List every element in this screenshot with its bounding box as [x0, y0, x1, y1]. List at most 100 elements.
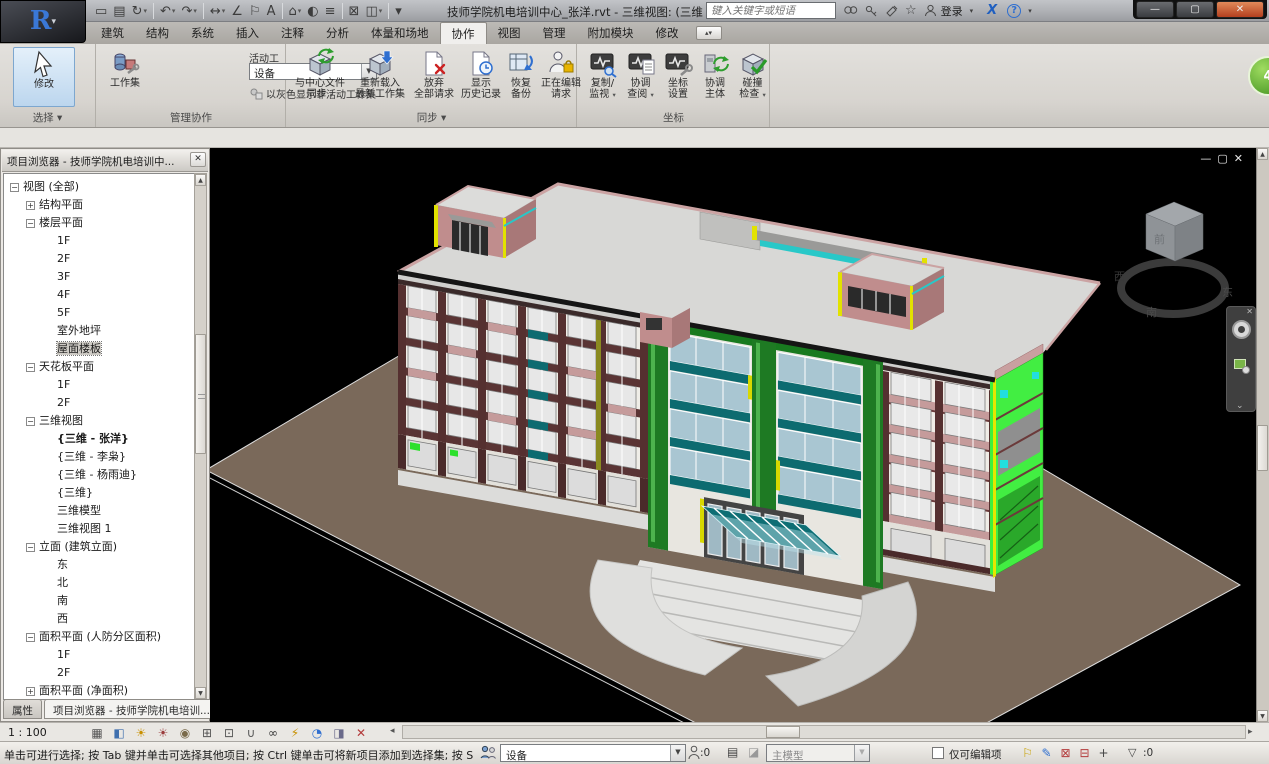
panel-label-coordinate[interactable]: 坐标 [578, 110, 769, 125]
tree-item[interactable]: {三维 - 李枭} [4, 448, 195, 466]
hscrollbar-thumb[interactable] [766, 726, 800, 738]
tab-系统[interactable]: 系统 [180, 22, 225, 44]
tree-expander-icon[interactable]: + [26, 687, 35, 696]
search-icon[interactable] [843, 4, 858, 17]
visual-style-icon[interactable]: ◧ [108, 726, 130, 740]
view-restore-icon[interactable]: ▢ [1217, 152, 1233, 165]
panel-label-synchronize[interactable]: 同步 ▾ [287, 110, 576, 125]
tree-item[interactable]: 南 [4, 592, 195, 610]
save-icon[interactable]: ▤ [110, 2, 128, 20]
aligned-dimension-icon[interactable]: ∠ [228, 2, 246, 20]
panel-label-manage-collaboration[interactable]: 管理协作 [97, 110, 285, 125]
minimize-button[interactable]: — [1136, 1, 1174, 18]
tree-item[interactable]: 1F [4, 376, 195, 394]
modify-button[interactable]: 修改 [13, 47, 75, 107]
drawing-area-3d-view[interactable]: 前 南 东 西 —▢✕ ✕ ⌄ ▲ ▼ [210, 148, 1269, 722]
close-hidden-windows-icon[interactable]: ⊠ [346, 2, 363, 20]
tree-item[interactable]: 2F [4, 664, 195, 682]
dropdown-icon[interactable]: ▾ [144, 7, 148, 15]
collapse-arrow-icon[interactable]: ◂ [390, 726, 395, 736]
switch-windows-icon[interactable]: ◫▾ [362, 2, 385, 20]
drag-on-selection-icon[interactable]: + [1094, 746, 1113, 760]
tab-协作[interactable]: 协作 [440, 22, 487, 44]
coordination-review-button[interactable]: 协调查阅 ▾ [622, 47, 659, 101]
dropdown-icon[interactable]: ▾ [172, 7, 176, 15]
tab-插入[interactable]: 插入 [225, 22, 270, 44]
default-3d-view-icon[interactable]: ⌂▾ [286, 2, 305, 20]
active-workset-status-combobox[interactable]: 设备 ▼ [500, 744, 686, 762]
tab-体量和场地[interactable]: 体量和场地 [360, 22, 440, 44]
relinquish-all-button[interactable]: 放弃全部请求 [411, 47, 457, 100]
editing-requests-icon[interactable] [688, 745, 700, 763]
scrollbar-thumb[interactable] [195, 334, 206, 454]
viewport-vertical-scrollbar[interactable]: ▲ ▼ [1256, 148, 1269, 722]
tree-expander-icon[interactable]: + [26, 201, 35, 210]
zoom-tool-icon[interactable] [1234, 359, 1246, 369]
copy-monitor-button[interactable]: 复制/监视 ▾ [584, 47, 621, 101]
show-history-button[interactable]: 显示历史记录 [458, 47, 504, 100]
tree-item[interactable]: 5F [4, 304, 195, 322]
tab-建筑[interactable]: 建筑 [90, 22, 135, 44]
viewport-scroll-up-icon[interactable]: ▲ [1257, 148, 1268, 160]
favorites-star-icon[interactable]: ☆ [905, 3, 917, 18]
exchange-apps-icon[interactable]: X [987, 3, 997, 18]
tree-expander-icon[interactable]: − [26, 417, 35, 426]
tab-project-browser[interactable]: 项目浏览器 - 技师学院机电培训... [44, 699, 219, 719]
viewcube-east-label[interactable]: 东 [1222, 286, 1233, 299]
worksharing-display-icon[interactable]: ◔ [306, 726, 328, 740]
sun-path-icon[interactable]: ☀ [130, 726, 152, 740]
tree-item[interactable]: 1F [4, 646, 195, 664]
select-underlay-icon[interactable]: ✎ [1037, 746, 1056, 760]
tree-item[interactable]: 2F [4, 394, 195, 412]
select-pinned-icon[interactable]: ⊠ [1056, 746, 1075, 760]
tree-expander-icon[interactable]: − [26, 543, 35, 552]
view-minimize-icon[interactable]: — [1200, 152, 1217, 165]
tab-管理[interactable]: 管理 [532, 22, 577, 44]
subscription-key-icon[interactable] [865, 4, 878, 17]
tab-视图[interactable]: 视图 [487, 22, 532, 44]
tree-item[interactable]: −楼层平面 [4, 214, 195, 232]
tree-item[interactable]: −立面 (建筑立面) [4, 538, 195, 556]
workset-dropdown-icon[interactable]: ▼ [670, 745, 685, 761]
project-browser-close-icon[interactable]: ✕ [190, 152, 206, 167]
crop-view-icon[interactable]: ⊞ [196, 726, 218, 740]
view-window-controls[interactable]: —▢✕ [1200, 152, 1249, 165]
tree-item[interactable]: −面积平面 (人防分区面积) [4, 628, 195, 646]
notification-badge[interactable]: 4 [1248, 56, 1269, 96]
open-file-icon[interactable]: ▭ [92, 2, 110, 20]
tree-item[interactable]: +面积平面 (净面积) [4, 682, 195, 700]
dropdown-icon[interactable]: ▾ [298, 7, 302, 15]
help-icon[interactable]: ? [1007, 4, 1021, 18]
tab-properties[interactable]: 属性 [3, 699, 42, 719]
tag-icon[interactable]: ⚐ [246, 2, 264, 20]
tree-item[interactable]: −天花板平面 [4, 358, 195, 376]
dropdown-icon[interactable]: ▾ [222, 7, 226, 15]
hide-isolate-icon[interactable]: ∞ [262, 726, 284, 740]
add-to-set-icon[interactable]: ◪ [748, 745, 759, 759]
tab-分析[interactable]: 分析 [315, 22, 360, 44]
text-icon[interactable]: A [264, 2, 279, 20]
tab-修改[interactable]: 修改 [645, 22, 690, 44]
editable-only-checkbox[interactable] [932, 747, 944, 759]
detail-level-icon[interactable]: ▦ [86, 726, 108, 740]
select-links-icon[interactable]: ⚐ [1018, 746, 1037, 760]
sync-with-central-button[interactable]: 与中心文件同步 ▾ [291, 47, 349, 101]
redo-icon[interactable]: ↷▾ [178, 2, 199, 20]
navbar-close-icon[interactable]: ✕ [1246, 307, 1253, 316]
signin-dropdown-icon[interactable]: ▾ [970, 7, 974, 15]
viewport-scroll-down-icon[interactable]: ▼ [1257, 710, 1268, 722]
tree-expander-icon[interactable]: − [26, 219, 35, 228]
tree-item[interactable]: 三维视图 1 [4, 520, 195, 538]
tree-item[interactable]: 北 [4, 574, 195, 592]
unlocked-view-icon[interactable]: ∪ [240, 726, 262, 740]
tree-expander-icon[interactable]: − [26, 363, 35, 372]
help-dropdown-icon[interactable]: ▾ [1028, 7, 1032, 15]
restore-button[interactable]: ▢ [1176, 1, 1214, 18]
reload-latest-button[interactable]: 重新载入最新工作集 [350, 47, 410, 100]
dropdown-icon[interactable]: ▾ [193, 7, 197, 15]
scroll-down-icon[interactable]: ▼ [195, 687, 206, 699]
tree-expander-icon[interactable]: − [26, 633, 35, 642]
panel-label-select[interactable]: 选择 ▾ [0, 110, 95, 125]
tree-item[interactable]: 三维模型 [4, 502, 195, 520]
measure-icon[interactable]: ↔▾ [207, 2, 228, 20]
